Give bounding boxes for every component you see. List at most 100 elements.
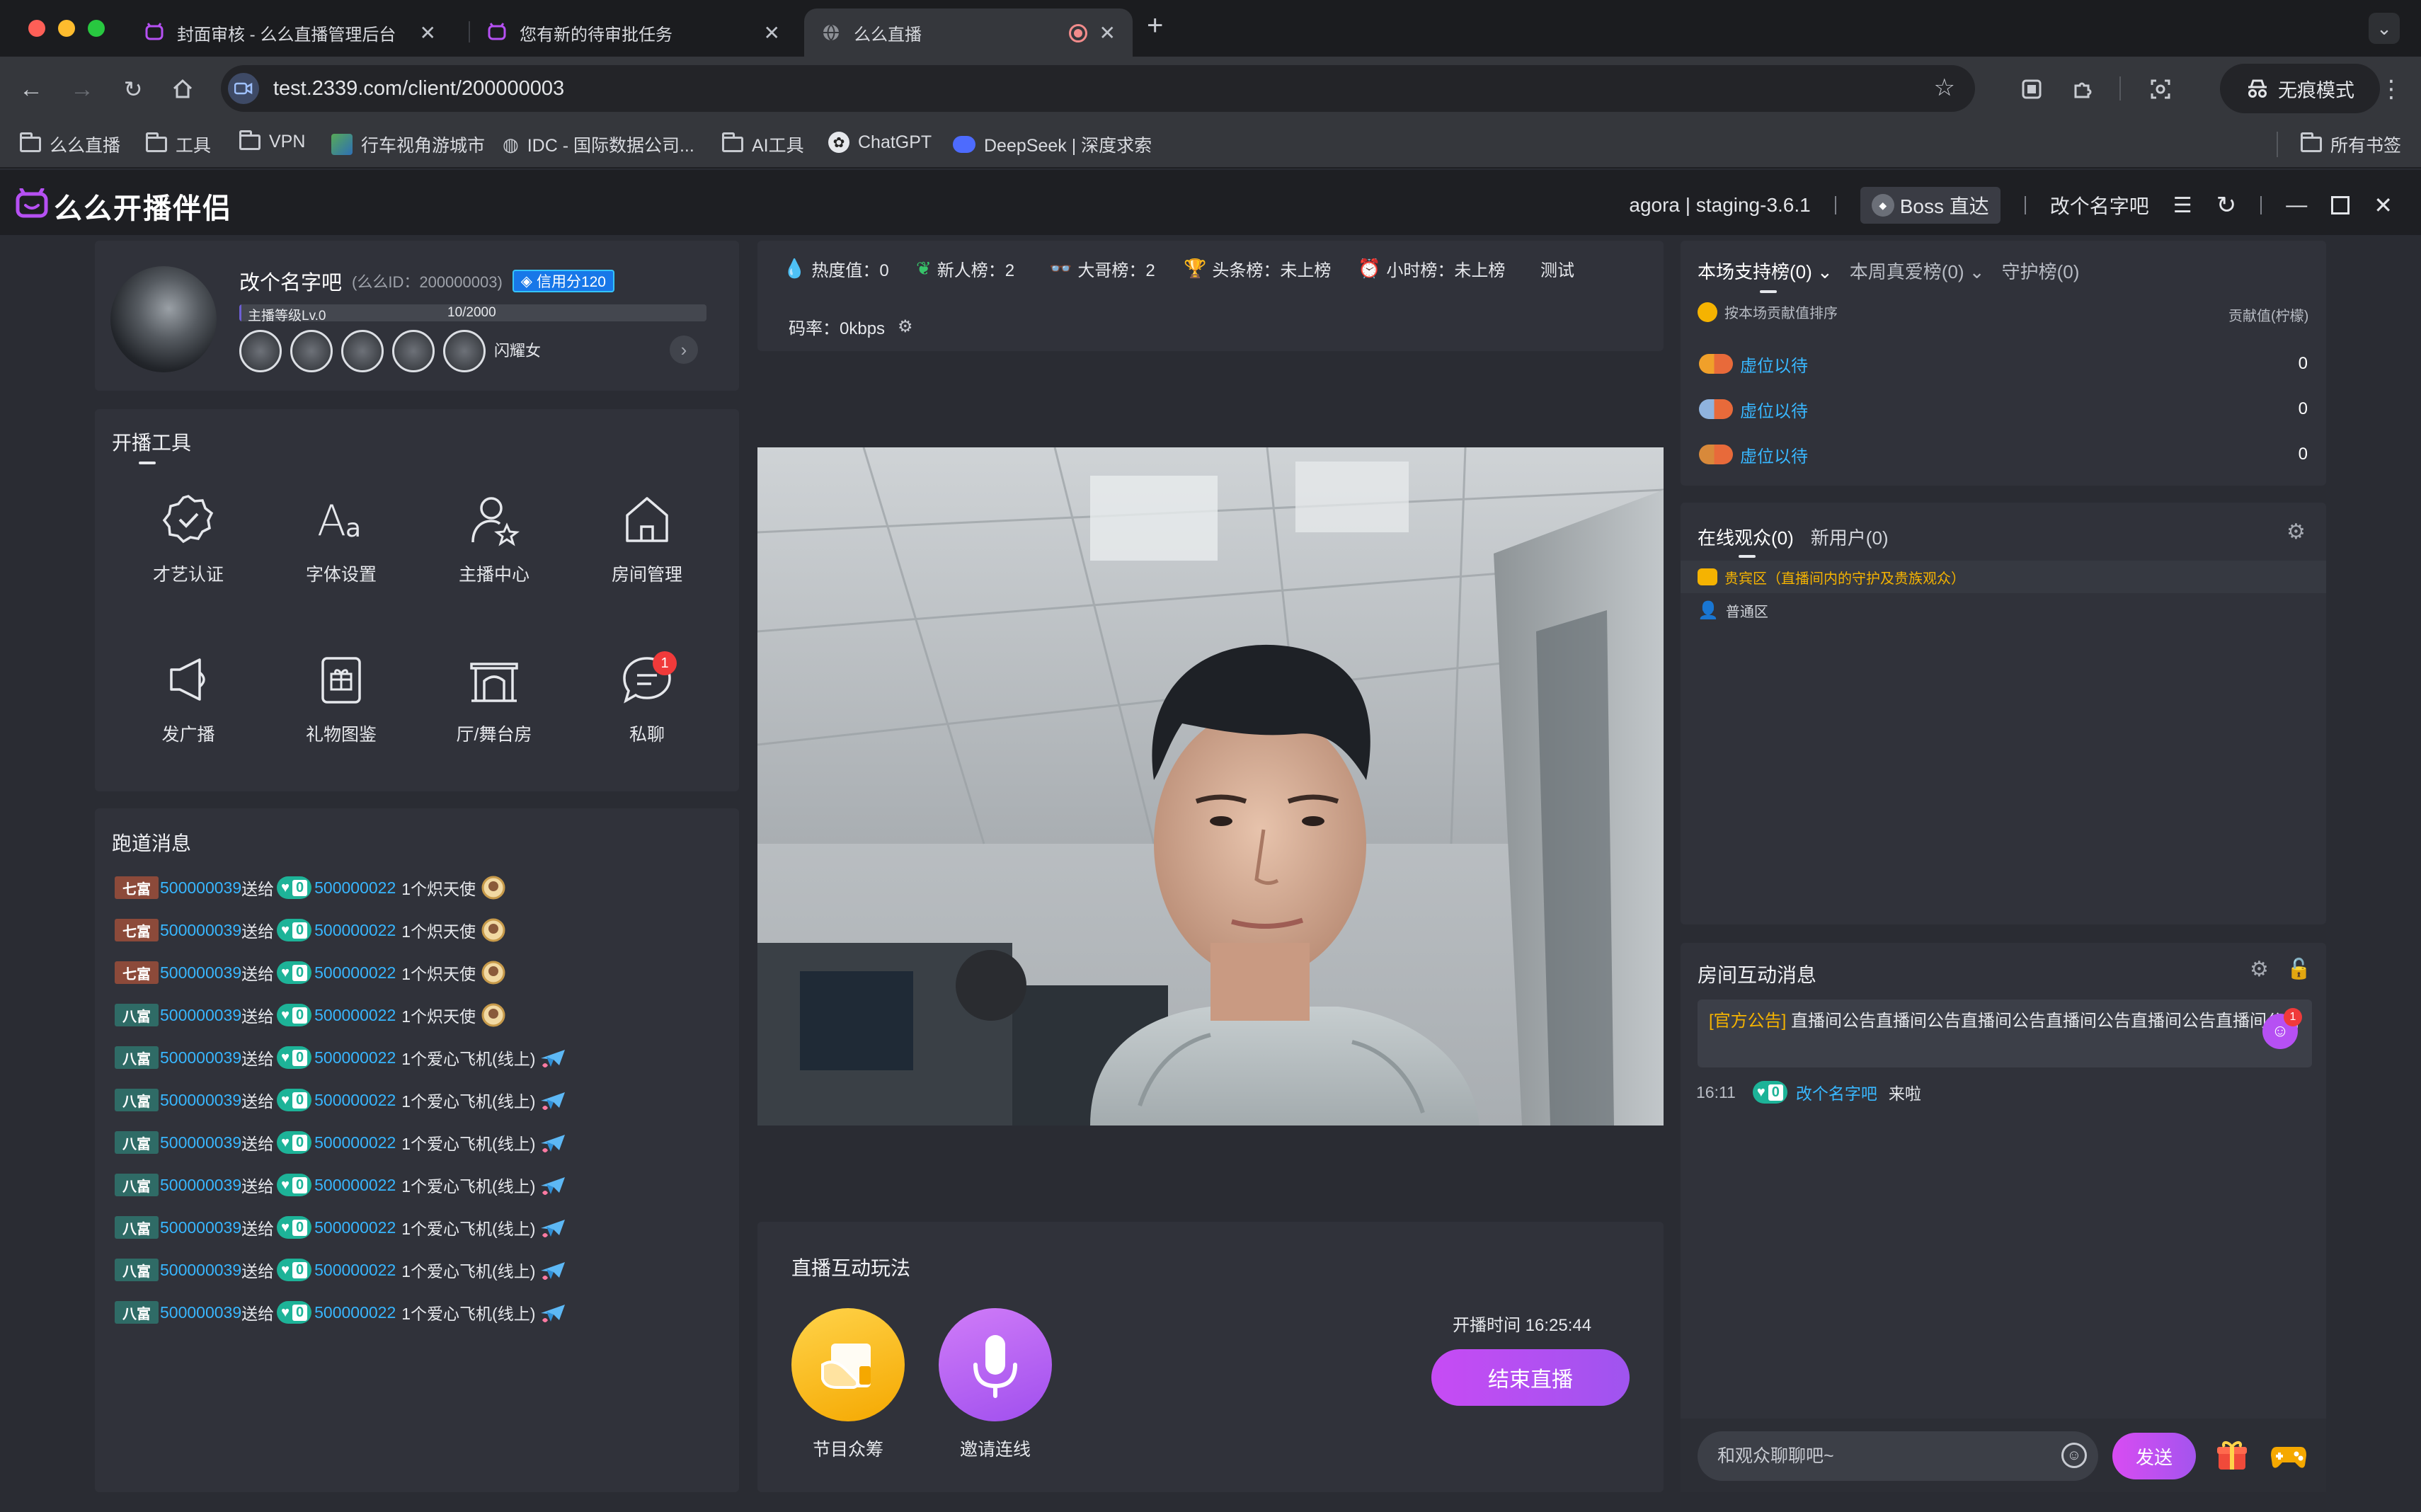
stat-hourly[interactable]: ⏰ 小时榜：未上榜 (1358, 256, 1505, 281)
stat-newbie[interactable]: ❦ 新人榜：2 (916, 256, 1014, 281)
medal-badge-icon[interactable] (239, 330, 282, 372)
reload-icon[interactable]: ↻ (119, 75, 147, 103)
sender-id[interactable]: 500000039 (160, 1048, 241, 1067)
rank-user[interactable]: 虚位以待 (1740, 352, 1808, 377)
sender-id[interactable]: 500000039 (160, 963, 241, 983)
tool-font-settings[interactable]: Aa 字体设置 (270, 493, 412, 586)
program-crowdfund-button[interactable] (791, 1308, 905, 1421)
tool-broadcast[interactable]: 发广播 (118, 653, 259, 746)
bookmark-folder[interactable]: 么么直播 (20, 132, 120, 157)
bookmark-star-icon[interactable]: ☆ (1934, 74, 1955, 102)
bookmark-link[interactable]: ✿ ChatGPT (828, 132, 932, 153)
game-controller-icon[interactable] (2270, 1437, 2308, 1472)
tool-talent-certify[interactable]: 才艺认证 (118, 493, 259, 586)
new-tab-icon[interactable]: + (1147, 10, 1163, 42)
rank-user[interactable]: 虚位以待 (1740, 442, 1808, 467)
receiver-id[interactable]: 500000022 (314, 921, 396, 940)
medal-badge-icon[interactable] (290, 330, 333, 372)
sender-id[interactable]: 500000039 (160, 1176, 241, 1195)
receiver-id[interactable]: 500000022 (314, 1091, 396, 1110)
bookmark-link[interactable]: DeepSeek | 深度求索 (953, 132, 1152, 157)
tab-weekly-love[interactable]: 本周真爱榜(0) ⌄ (1850, 258, 1985, 284)
bookmark-folder[interactable]: AI工具 (722, 132, 804, 157)
tab-search-chevron-icon[interactable]: ⌄ (2369, 13, 2400, 44)
medal-badge-icon[interactable] (341, 330, 384, 372)
receiver-id[interactable]: 500000022 (314, 1006, 396, 1025)
bookmark-folder[interactable]: VPN (239, 130, 305, 152)
rank-user[interactable]: 虚位以待 (1740, 397, 1808, 422)
live-video-preview[interactable] (757, 447, 1664, 1126)
forward-arrow-icon[interactable]: → (68, 75, 96, 103)
receiver-id[interactable]: 500000022 (314, 1176, 396, 1195)
tab-online-audience[interactable]: 在线观众(0) (1698, 524, 1794, 550)
close-window-dot[interactable] (28, 20, 45, 37)
home-icon[interactable] (168, 75, 197, 103)
user-name[interactable]: 改个名字吧 (2050, 191, 2149, 219)
sender-id[interactable]: 500000039 (160, 1303, 241, 1322)
stat-bigbro[interactable]: 👓 大哥榜：2 (1049, 256, 1155, 281)
sender-id[interactable]: 500000039 (160, 921, 241, 940)
stat-headline[interactable]: 🏆 头条榜：未上榜 (1184, 256, 1331, 281)
send-button[interactable]: 发送 (2112, 1433, 2196, 1479)
settings-gear-icon[interactable]: ⚙ (898, 316, 913, 337)
tab-new-users[interactable]: 新用户(0) (1811, 524, 1889, 550)
avatar[interactable] (110, 266, 217, 372)
receiver-id[interactable]: 500000022 (314, 878, 396, 898)
profile-next-arrow-icon[interactable]: › (670, 336, 698, 364)
browser-menu-icon[interactable]: ⋮ (2377, 75, 2405, 103)
emoji-icon[interactable]: ☺ (2061, 1443, 2087, 1468)
list-menu-icon[interactable]: ☰ (2173, 193, 2192, 218)
close-icon[interactable]: ✕ (2374, 192, 2393, 219)
audience-settings-icon[interactable]: ⚙ (2286, 520, 2306, 544)
heart-medal-icon[interactable] (392, 330, 435, 372)
all-bookmarks-folder[interactable]: 所有书签 (2301, 132, 2401, 157)
tool-room-management[interactable]: 房间管理 (576, 493, 718, 586)
close-tab-icon[interactable]: ✕ (1099, 21, 1116, 45)
stat-heat[interactable]: 💧 热度值：0 (783, 256, 889, 281)
maximize-icon[interactable] (2331, 196, 2350, 214)
gift-icon[interactable] (2214, 1437, 2250, 1472)
unlock-icon[interactable]: 🔓 (2286, 957, 2311, 980)
tool-gift-gallery[interactable]: 礼物图鉴 (270, 653, 412, 746)
receiver-id[interactable]: 500000022 (314, 1133, 396, 1152)
floating-chat-icon[interactable]: ☺ 1 (2262, 1008, 2302, 1049)
back-arrow-icon[interactable]: ← (17, 75, 45, 103)
refresh-icon[interactable]: ↻ (2216, 191, 2237, 219)
tool-private-chat[interactable]: 1 私聊 (576, 651, 718, 746)
extensions-puzzle-icon[interactable] (2068, 75, 2097, 103)
sender-id[interactable]: 500000039 (160, 1133, 241, 1152)
tool-anchor-center[interactable]: 主播中心 (423, 493, 565, 586)
incognito-button[interactable]: 无痕模式 (2220, 64, 2380, 113)
invite-connect-button[interactable] (939, 1308, 1052, 1421)
end-live-button[interactable]: 结束直播 (1431, 1349, 1630, 1406)
receiver-id[interactable]: 500000022 (314, 1261, 396, 1280)
browser-tab-3-active[interactable]: 么么直播 ✕ (804, 8, 1133, 57)
sender-id[interactable]: 500000039 (160, 1091, 241, 1110)
site-info-icon[interactable] (228, 73, 259, 104)
receiver-id[interactable]: 500000022 (314, 1218, 396, 1237)
tab-guard-rank[interactable]: 守护榜(0) (2002, 258, 2080, 284)
minimize-window-dot[interactable] (58, 20, 75, 37)
chat-user[interactable]: 改个名字吧 (1796, 1080, 1877, 1104)
stat-test[interactable]: 测试 (1540, 256, 1574, 281)
chat-input[interactable] (1698, 1431, 2098, 1481)
sender-id[interactable]: 500000039 (160, 1218, 241, 1237)
browser-tab-1[interactable]: 封面审核 - 么么直播管理后台 ✕ (127, 8, 453, 57)
chat-settings-icon[interactable]: ⚙ (2250, 957, 2269, 982)
tab-session-support[interactable]: 本场支持榜(0) ⌄ (1698, 258, 1833, 284)
screenshot-lens-icon[interactable] (2146, 75, 2175, 103)
close-tab-icon[interactable]: ✕ (420, 21, 436, 45)
bookmark-folder[interactable]: 工具 (146, 132, 211, 157)
address-bar[interactable]: test.2339.com/client/200000003 ☆ (221, 65, 1975, 112)
maximize-window-dot[interactable] (88, 20, 105, 37)
receiver-id[interactable]: 500000022 (314, 1048, 396, 1067)
receiver-id[interactable]: 500000022 (314, 1303, 396, 1322)
boss-shortcut-button[interactable]: ◆ Boss 直达 (1860, 187, 2001, 224)
minimize-icon[interactable]: — (2286, 193, 2307, 217)
sender-id[interactable]: 500000039 (160, 1006, 241, 1025)
bookmark-link[interactable]: ◍ IDC - 国际数据公司... (503, 132, 694, 157)
tool-stage-room[interactable]: 厅/舞台房 (423, 653, 565, 746)
browser-tab-2[interactable]: 您有新的待审批任务 ✕ (470, 8, 797, 57)
sender-id[interactable]: 500000039 (160, 1261, 241, 1280)
medal-badge-icon[interactable] (443, 330, 486, 372)
